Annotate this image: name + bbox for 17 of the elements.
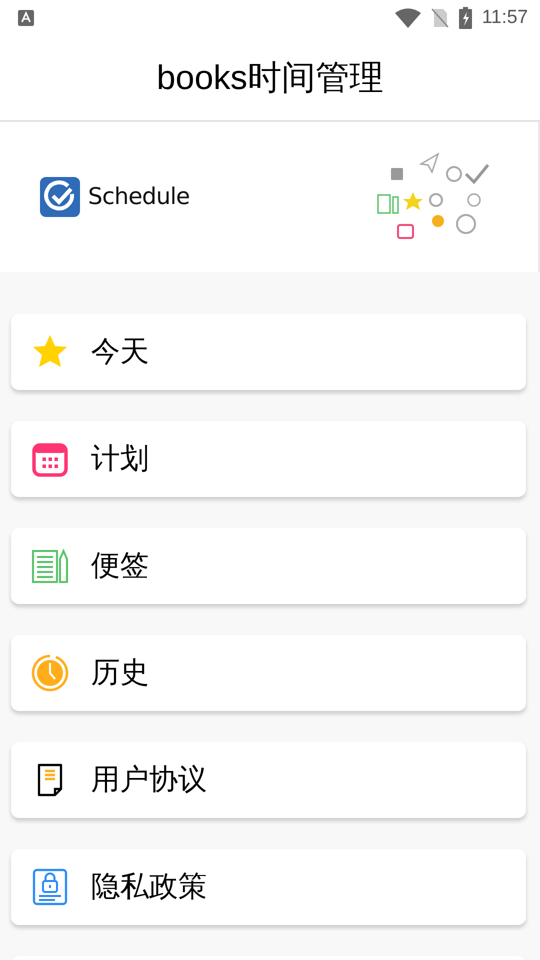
menu-item[interactable]: 计划	[11, 421, 526, 497]
menu-item[interactable]: 历史	[11, 635, 526, 711]
menu-item[interactable]: 隐私政策	[11, 849, 526, 925]
app-title: books时间管理	[156, 58, 384, 99]
wifi-icon	[394, 8, 421, 28]
notepad-pencil-icon	[31, 547, 69, 585]
lock-document-icon	[31, 868, 69, 906]
status-time: 11:57	[482, 7, 528, 29]
keyboard-notification-icon	[18, 10, 34, 26]
menu-item[interactable]: 用户协议	[11, 742, 526, 818]
clock-icon	[31, 654, 69, 692]
menu-item[interactable]: 今天	[11, 314, 526, 390]
menu-item[interactable]: 便签	[11, 528, 526, 604]
battery-charging-icon	[458, 7, 472, 29]
logo-text: Schedule	[88, 184, 190, 210]
checkmark-logo-icon	[40, 177, 80, 217]
no-sim-icon	[430, 8, 449, 28]
